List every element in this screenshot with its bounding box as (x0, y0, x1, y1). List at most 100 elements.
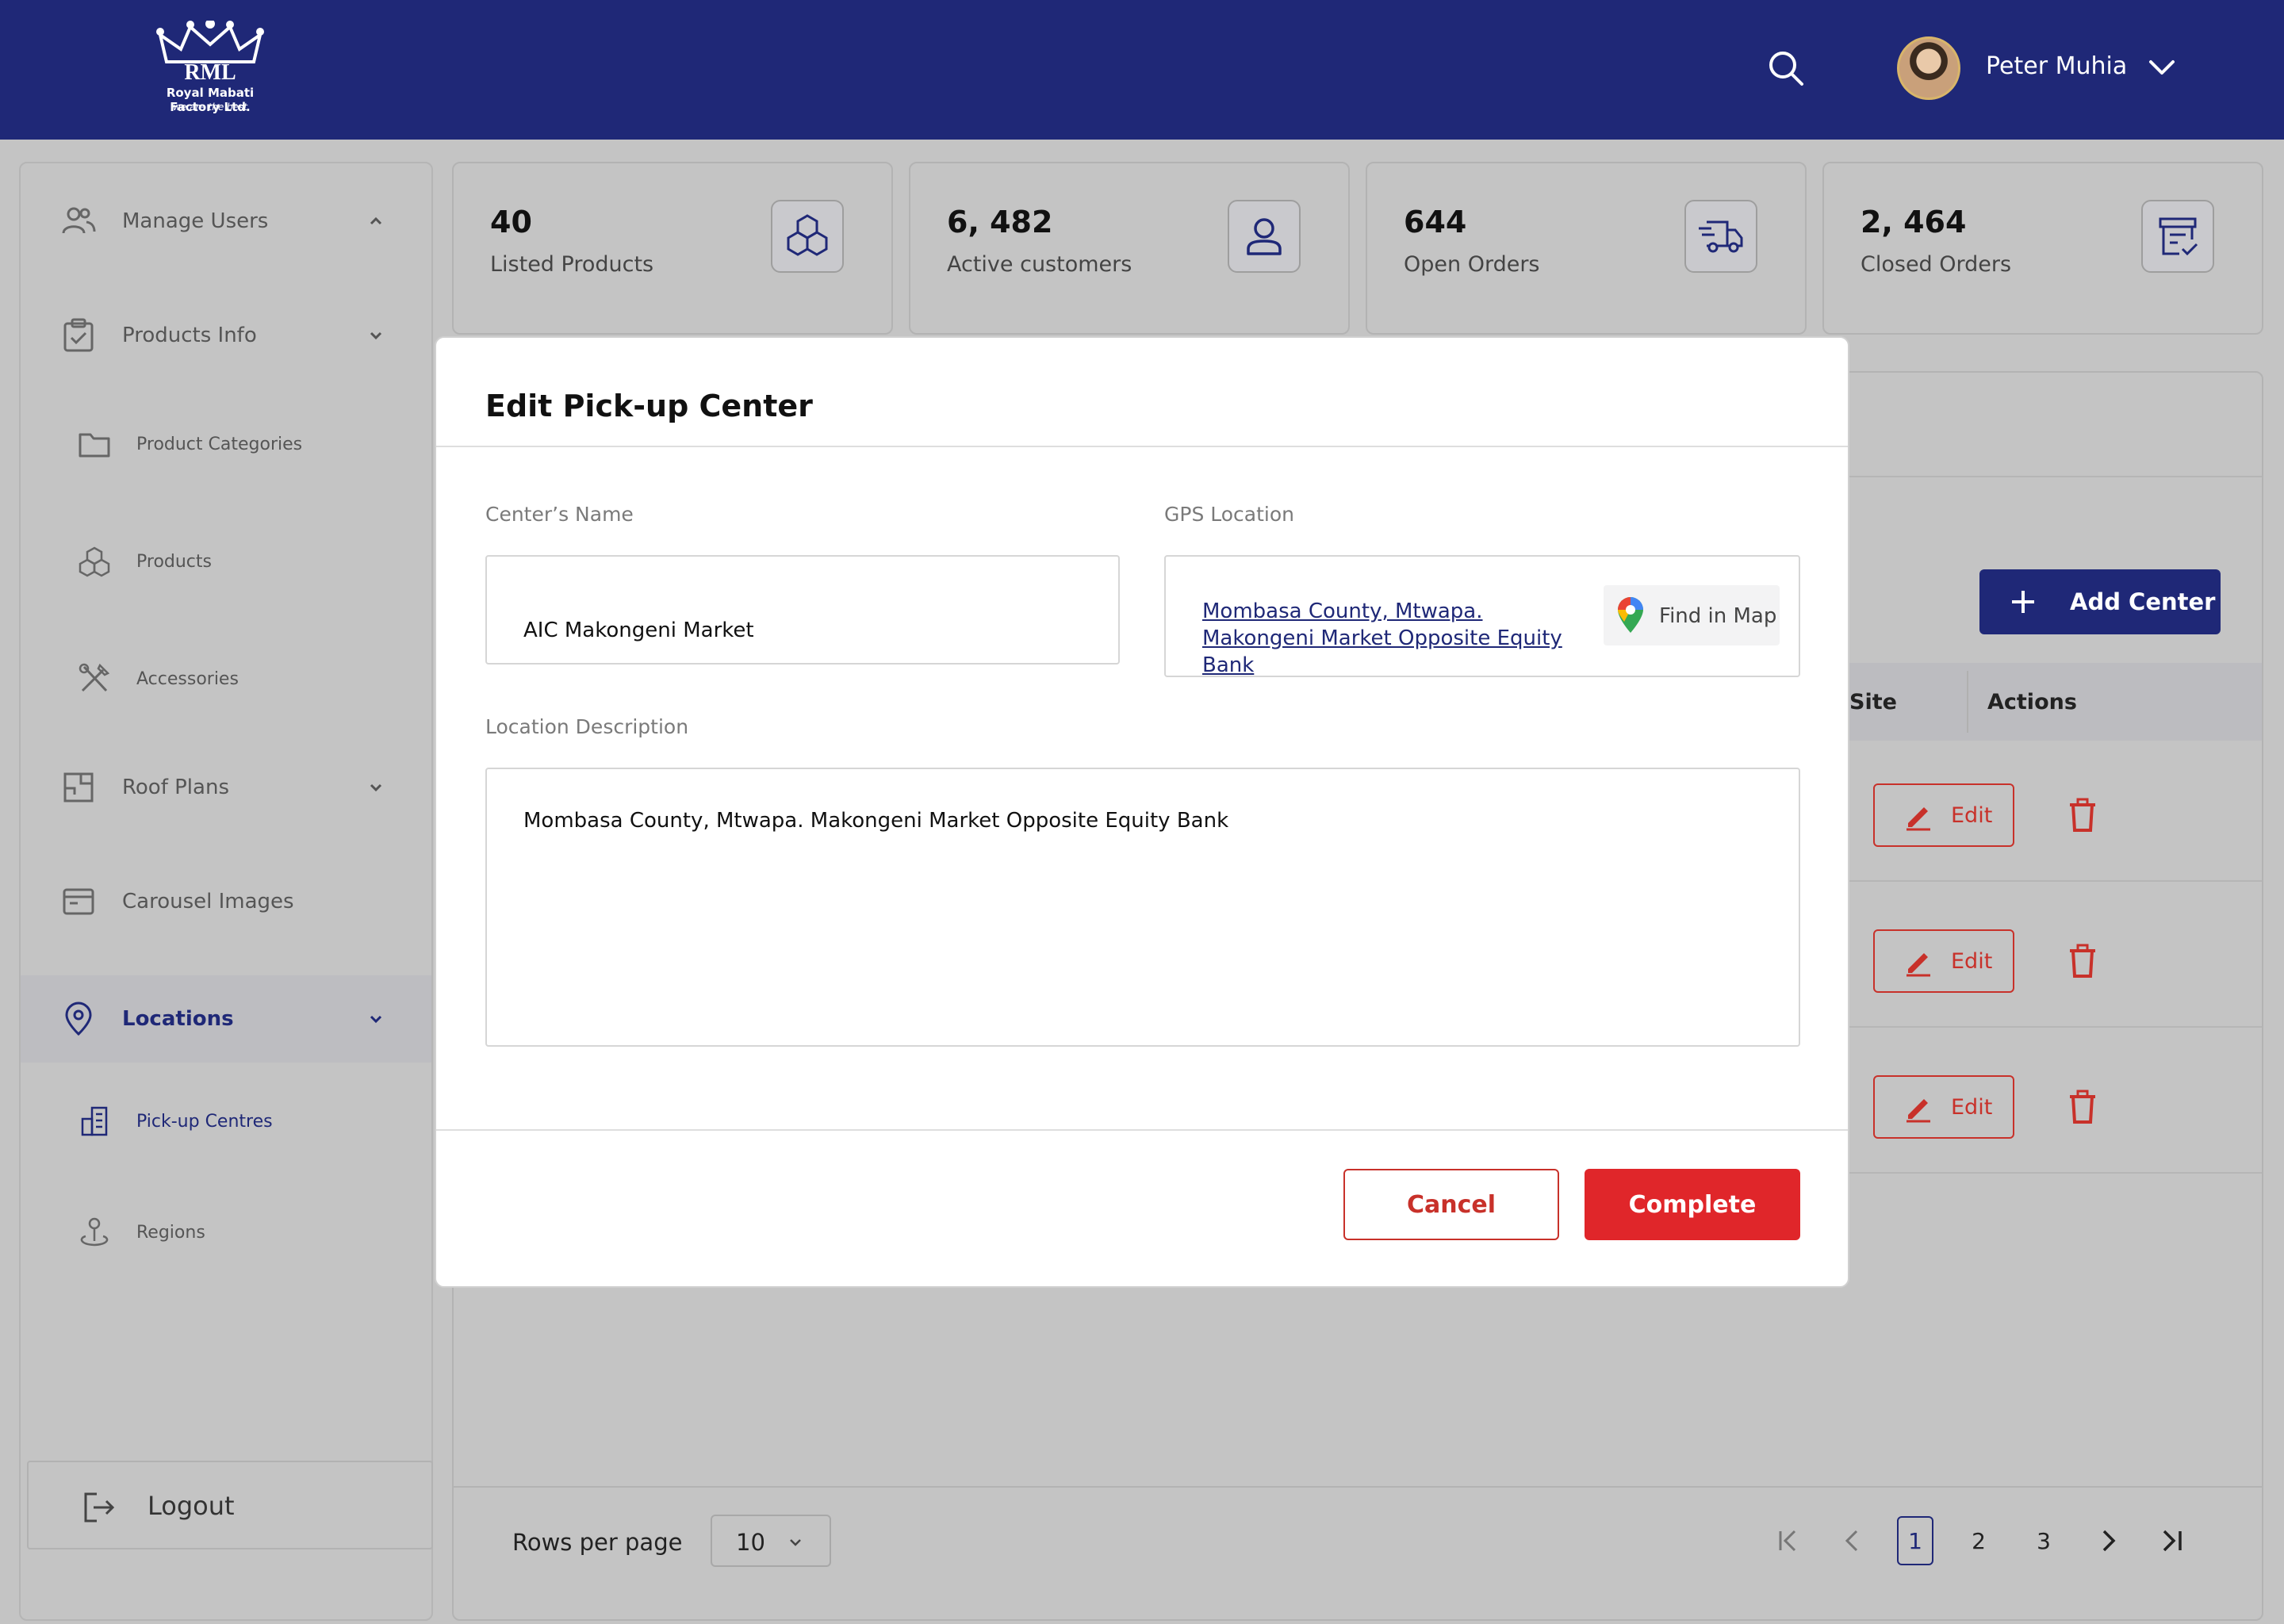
edit-label: Edit (1951, 1094, 1993, 1120)
sidebar-item-roof-plans[interactable]: Roof Plans (21, 752, 431, 823)
last-page-button[interactable] (2154, 1516, 2190, 1565)
find-in-map-label: Find in Map (1659, 604, 1777, 628)
sidebar-item-product-categories[interactable]: Product Categories (21, 412, 431, 476)
column-separator (1967, 671, 1968, 733)
google-maps-pin-icon (1618, 597, 1643, 633)
search-icon[interactable] (1767, 49, 1805, 87)
cancel-button[interactable]: Cancel (1343, 1169, 1559, 1240)
chevron-down-icon (790, 1539, 801, 1546)
floor-plan-icon (63, 772, 94, 802)
stat-card-closed-orders: 2, 464 Closed Orders (1822, 162, 2263, 335)
gps-location-link[interactable]: Mombasa County, Mtwapa. Makongeni Market… (1202, 598, 1599, 679)
users-icon (62, 207, 96, 234)
stat-caption: Closed Orders (1861, 252, 2012, 277)
sidebar-item-accessories[interactable]: Accessories (21, 647, 431, 710)
stat-icon-box (1684, 200, 1757, 273)
logout-button[interactable]: Logout (27, 1461, 433, 1549)
modal-title: Edit Pick-up Center (485, 389, 813, 423)
user-icon (1247, 218, 1282, 255)
previous-page-button[interactable] (1834, 1516, 1870, 1565)
last-page-icon (2163, 1530, 2182, 1552)
top-header: RML Royal Mabati Factory Ltd. we are the… (0, 0, 2284, 140)
first-page-button[interactable] (1770, 1516, 1807, 1565)
rows-per-page-label: Rows per page (512, 1529, 683, 1556)
find-in-map-button[interactable]: Find in Map (1604, 585, 1780, 645)
plus-icon (2012, 591, 2034, 613)
delivery-truck-icon (1699, 220, 1743, 253)
edit-button[interactable]: Edit (1873, 783, 2014, 847)
add-center-label: Add Center (2070, 588, 2216, 615)
stat-caption: Open Orders (1404, 252, 1540, 277)
sidebar-item-label: Carousel Images (122, 890, 294, 914)
stat-value: 644 (1404, 205, 1467, 239)
stat-value: 40 (490, 205, 532, 239)
user-name[interactable]: Peter Muhia (1986, 52, 2127, 80)
trash-icon[interactable] (2067, 798, 2098, 833)
stat-value: 2, 464 (1861, 205, 1967, 239)
edit-label: Edit (1951, 948, 1993, 974)
sidebar-item-carousel-images[interactable]: Carousel Images (21, 866, 431, 937)
sidebar-item-products-info[interactable]: Products Info (21, 300, 431, 371)
next-page-button[interactable] (2090, 1516, 2127, 1565)
stat-card-open-orders: 644 Open Orders (1366, 162, 1807, 335)
stat-value: 6, 482 (947, 205, 1053, 239)
sidebar-item-label: Roof Plans (122, 776, 229, 799)
chevron-down-icon[interactable] (2148, 57, 2176, 79)
edit-button[interactable]: Edit (1873, 929, 2014, 993)
company-logo[interactable]: RML Royal Mabati Factory Ltd. we are the… (143, 21, 278, 119)
sidebar-item-regions[interactable]: Regions (21, 1201, 431, 1264)
page-1-button[interactable]: 1 (1897, 1516, 1933, 1565)
stat-card-active-customers: 6, 482 Active customers (909, 162, 1350, 335)
chevron-down-icon (370, 331, 382, 340)
tools-icon (79, 663, 110, 692)
sidebar: Manage Users Products Info Product Categ… (19, 162, 433, 1621)
chevron-down-icon (370, 1015, 382, 1024)
sidebar-item-label: Accessories (136, 668, 239, 689)
rows-per-page-select[interactable]: 10 (711, 1515, 831, 1567)
clipboard-check-icon (63, 318, 94, 352)
sidebar-item-pick-up-centres[interactable]: Pick-up Centres (21, 1090, 431, 1153)
chevron-up-icon (370, 216, 382, 225)
sidebar-item-label: Regions (136, 1222, 205, 1243)
region-pin-icon (80, 1217, 109, 1247)
sidebar-item-label: Pick-up Centres (136, 1111, 273, 1132)
page-2-button[interactable]: 2 (1960, 1516, 1997, 1565)
location-description-label: Location Description (485, 715, 689, 738)
edit-button[interactable]: Edit (1873, 1075, 2014, 1139)
location-description-textarea[interactable]: Mombasa County, Mtwapa. Makongeni Market… (485, 768, 1800, 1047)
page-3-button[interactable]: 3 (2025, 1516, 2062, 1565)
chevron-right-icon (2102, 1530, 2116, 1552)
trash-icon[interactable] (2067, 944, 2098, 979)
sidebar-item-label: Products (136, 551, 212, 572)
sidebar-item-locations[interactable]: Locations (21, 975, 431, 1063)
sidebar-item-label: Manage Users (122, 209, 269, 233)
stat-icon-box (2141, 200, 2214, 273)
cubes-icon (79, 546, 110, 577)
add-center-button[interactable]: Add Center (1979, 569, 2221, 634)
column-header-site: Site (1849, 690, 1897, 714)
trash-icon[interactable] (2067, 1090, 2098, 1124)
center-name-input[interactable]: AIC Makongeni Market (485, 555, 1120, 665)
gps-location-field[interactable]: Mombasa County, Mtwapa. Makongeni Market… (1164, 555, 1800, 677)
sidebar-item-products[interactable]: Products (21, 530, 431, 593)
first-page-icon (1779, 1530, 1796, 1552)
complete-button[interactable]: Complete (1585, 1169, 1800, 1240)
pencil-icon (1907, 807, 1930, 831)
chevron-left-icon (1845, 1530, 1858, 1552)
sidebar-item-label: Product Categories (136, 434, 303, 454)
logo-tagline: we are the best (173, 102, 247, 113)
table-footer-divider (454, 1486, 2262, 1488)
sidebar-item-manage-users[interactable]: Manage Users (21, 186, 431, 257)
archive-check-icon (2159, 217, 2198, 256)
cubes-icon (787, 214, 828, 256)
sidebar-item-label: Products Info (122, 324, 257, 347)
center-name-value: AIC Makongeni Market (523, 619, 754, 642)
gps-location-label: GPS Location (1164, 503, 1295, 526)
logo-rml: RML (184, 60, 236, 85)
user-avatar[interactable] (1897, 36, 1960, 100)
edit-pickup-center-modal: Edit Pick-up Center Center’s Name AIC Ma… (435, 336, 1849, 1288)
logout-label: Logout (148, 1491, 235, 1521)
location-description-value: Mombasa County, Mtwapa. Makongeni Market… (523, 809, 1229, 833)
modal-header-divider (436, 446, 1848, 447)
building-icon (81, 1106, 108, 1136)
